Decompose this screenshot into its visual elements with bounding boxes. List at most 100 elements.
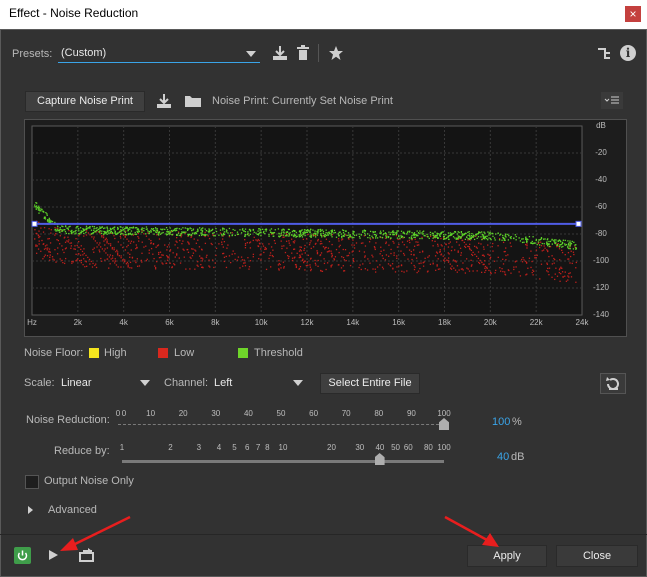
high-label: High: [104, 347, 127, 359]
title-bar: Effect - Noise Reduction ×: [0, 0, 647, 29]
noise-reduction-tick-label: 20: [178, 409, 188, 418]
hz-tick-label: 16k: [392, 318, 406, 327]
favorite-star-icon[interactable]: [328, 45, 344, 61]
noise-reduction-tick-label: 0: [115, 409, 121, 418]
reduce-by-tick-label: 1: [119, 443, 125, 452]
hz-tick-label: 2k: [73, 318, 83, 327]
reduce-by-tick-label: 7: [255, 443, 261, 452]
reset-button[interactable]: [600, 373, 626, 394]
hz-tick-label: 14k: [346, 318, 360, 327]
hz-tick-label: 20k: [483, 318, 497, 327]
hz-tick-label: 6k: [165, 318, 174, 327]
db-tick-label: -100: [592, 256, 610, 265]
db-tick-label: -60: [595, 202, 607, 211]
channel-dropdown[interactable]: Left: [211, 372, 307, 392]
reduce-by-tick-label: 50: [391, 443, 400, 452]
import-noise-print-icon[interactable]: [155, 93, 173, 109]
db-tick-label: dB: [596, 121, 606, 130]
divider: [318, 44, 319, 62]
reset-icon: [606, 377, 619, 390]
power-icon: [17, 550, 28, 561]
loop-icon[interactable]: [78, 547, 96, 563]
hz-tick-label: 8k: [211, 318, 220, 327]
noise-reduction-tick-label: 30: [211, 409, 221, 418]
threshold-label: Threshold: [254, 347, 303, 359]
noise-reduction-tick-label: 90: [406, 409, 416, 418]
info-icon[interactable]: i: [620, 45, 636, 61]
scale-value: Linear: [61, 377, 92, 389]
noise-reduction-tick-label: 40: [243, 409, 253, 418]
routing-icon[interactable]: [597, 46, 611, 60]
db-tick-label: -80: [595, 229, 607, 238]
hz-tick-label: 18k: [438, 318, 451, 327]
reduce-by-tick-label: 80: [423, 443, 433, 452]
noise-reduction-unit: %: [512, 416, 522, 428]
presets-value: (Custom): [61, 47, 107, 59]
low-label: Low: [174, 347, 195, 359]
apply-button[interactable]: Apply: [467, 545, 547, 567]
db-tick-label: -140: [592, 310, 610, 319]
power-toggle[interactable]: [14, 547, 31, 564]
noise-reduction-tick-label: 60: [309, 409, 319, 418]
channel-label: Channel:: [164, 377, 209, 389]
window-title: Effect - Noise Reduction: [9, 6, 139, 20]
delete-preset-icon[interactable]: [296, 45, 310, 61]
db-tick-label: -40: [595, 175, 607, 184]
channel-value: Left: [214, 377, 233, 389]
scale-label: Scale:: [24, 377, 55, 389]
low-swatch: [158, 348, 168, 358]
hz-tick-label: 22k: [529, 318, 543, 327]
capture-noise-print-button[interactable]: Capture Noise Print: [25, 91, 145, 112]
reduce-by-tick-label: 100: [437, 443, 451, 452]
reduce-by-tick-label: 20: [327, 443, 336, 452]
threshold-swatch: [238, 348, 248, 358]
folder-icon[interactable]: [184, 94, 202, 108]
reduce-by-tick-label: 10: [278, 443, 288, 452]
advanced-expand-icon[interactable]: [28, 506, 33, 514]
noise-reduction-label: Noise Reduction:: [26, 414, 110, 426]
curve-handle-left: [31, 220, 38, 227]
reduce-by-tick-label: 4: [216, 443, 222, 452]
menu-icon: [604, 96, 619, 104]
scale-dropdown[interactable]: Linear: [58, 372, 154, 392]
reduce-by-tick-label: 3: [196, 443, 202, 452]
noise-reduction-value[interactable]: 100: [492, 416, 510, 428]
db-tick-label: -20: [595, 148, 607, 157]
noise-reduction-tick-label: 80: [374, 409, 384, 418]
reduce-by-tick-label: 5: [232, 443, 237, 452]
chevron-down-icon: [140, 380, 150, 386]
hz-tick-label: 12k: [300, 318, 314, 327]
noise-reduction-track[interactable]: [118, 424, 444, 429]
select-entire-file-button[interactable]: Select Entire File: [320, 373, 420, 394]
presets-dropdown[interactable]: (Custom): [58, 44, 260, 63]
noise-floor-label: Noise Floor:: [24, 347, 84, 359]
reduce-by-tick-label: 30: [355, 443, 365, 452]
reduce-by-track[interactable]: [122, 460, 444, 463]
advanced-label[interactable]: Advanced: [48, 504, 97, 516]
output-noise-only-checkbox[interactable]: [25, 475, 39, 489]
window-close-button[interactable]: ×: [625, 6, 641, 22]
reduce-by-tick-label: 8: [265, 443, 270, 452]
reduce-by-tick-label: 6: [245, 443, 250, 452]
noise-reduction-tick-label: 70: [341, 409, 351, 418]
reduce-by-unit: dB: [511, 451, 525, 463]
noise-reduction-tick-label: 100: [437, 409, 451, 418]
close-button[interactable]: Close: [556, 545, 638, 567]
hz-tick-label: 10k: [254, 318, 268, 327]
preview-play-icon[interactable]: [49, 550, 58, 560]
reduce-by-scale: 1 2 3 4 5 6 7 8 10 20 30 40 50 60 80 100: [118, 443, 451, 453]
reduce-by-tick-label: 2: [168, 443, 173, 452]
reduce-by-value[interactable]: 40: [497, 451, 509, 463]
graph-menu-button[interactable]: [601, 92, 623, 109]
save-preset-icon[interactable]: [271, 45, 289, 61]
noise-reduction-tick-label: 50: [276, 409, 286, 418]
curve-handle-right: [575, 220, 582, 227]
reduce-by-label: Reduce by:: [54, 445, 110, 457]
noise-spectrum-plot: [31, 125, 583, 316]
reduce-by-tick-label: 40: [375, 443, 385, 452]
noise-graph[interactable]: dB -20 -40 -60 -80 -100 -120 -140 Hz 2k 4k 6k 8k 10k…: [24, 119, 627, 337]
noise-reduction-tick-label: 0: [121, 409, 127, 418]
noise-reduction-scale: 0 0 10 20 30 40 50 60 70 80 90 100: [115, 409, 451, 419]
hz-tick-label: 4k: [119, 318, 128, 327]
noise-print-status: Noise Print: Currently Set Noise Print: [212, 95, 393, 107]
